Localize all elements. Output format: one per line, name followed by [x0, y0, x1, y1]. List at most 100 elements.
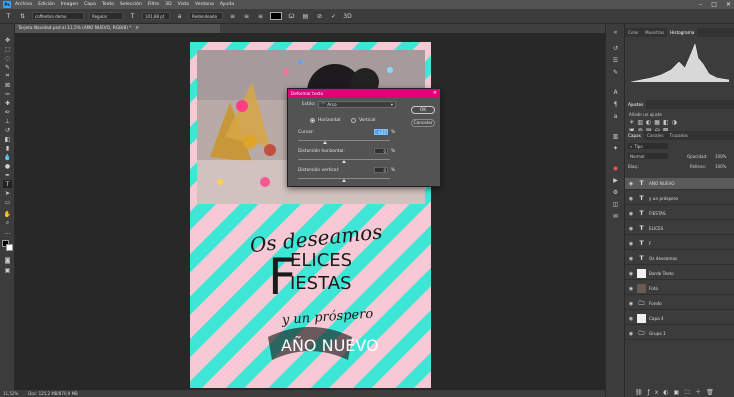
zoom-level[interactable]: 11,52%: [3, 391, 18, 396]
layer-row[interactable]: ◉ Foto: [625, 283, 734, 295]
quick-mask-icon[interactable]: ◙: [3, 256, 12, 264]
dodge-tool-icon[interactable]: ●: [3, 162, 12, 170]
hand-tool-icon[interactable]: ✋: [3, 210, 12, 218]
brush-tool-icon[interactable]: ✏: [3, 108, 12, 116]
visibility-eye-icon[interactable]: ◉: [627, 241, 635, 247]
healing-brush-tool-icon[interactable]: ✚: [3, 99, 12, 107]
tab-canales[interactable]: Canales: [644, 131, 667, 140]
document-tab[interactable]: Tarjeta Navidad.psd al 11,5% (AÑO NUEVO,…: [15, 24, 220, 33]
menu-3d[interactable]: 3D: [165, 2, 171, 7]
layer-row[interactable]: ◉ Borde Texto: [625, 268, 734, 280]
properties-panel-icon[interactable]: ☰: [611, 56, 620, 65]
opacity-value[interactable]: 100%: [715, 154, 726, 159]
warp-text-icon[interactable]: Ꞷ: [287, 12, 296, 21]
menu-capa[interactable]: Capa: [84, 2, 96, 7]
background-color-swatch[interactable]: [6, 244, 13, 251]
menu-edicion[interactable]: Edición: [38, 2, 55, 7]
visibility-eye-icon[interactable]: ◉: [627, 211, 635, 217]
more-tools-icon[interactable]: …: [3, 228, 12, 236]
notes-panel-icon[interactable]: ✉: [611, 212, 620, 221]
align-left-icon[interactable]: ≡: [228, 12, 237, 21]
ok-button[interactable]: OK: [411, 106, 435, 114]
type-tool-preset-icon[interactable]: T: [4, 12, 13, 21]
layer-actions-bar[interactable]: ⛓ƒx◐▣🗀＋🗑: [635, 387, 719, 397]
visibility-eye-icon[interactable]: ◉: [627, 316, 635, 322]
visibility-eye-icon[interactable]: ◉: [627, 301, 635, 307]
menu-archivo[interactable]: Archivo: [15, 2, 32, 7]
quick-select-tool-icon[interactable]: ✎: [3, 63, 12, 71]
visibility-eye-icon[interactable]: ◉: [627, 226, 635, 232]
menu-filtro[interactable]: Filtro: [148, 2, 159, 7]
layer-row[interactable]: ◉ 🗀 Fondo: [625, 298, 734, 310]
tool-presets-icon[interactable]: ⚙: [611, 188, 620, 197]
vdist-value-field[interactable]: 0: [374, 167, 388, 173]
antialias-select[interactable]: Redondeado: [189, 12, 223, 20]
zoom-tool-icon[interactable]: ⌕: [3, 219, 12, 227]
curve-slider[interactable]: [298, 140, 390, 141]
character-panel-icon[interactable]: ▤: [301, 12, 310, 21]
align-center-icon[interactable]: ≡: [242, 12, 251, 21]
glyphs-panel-icon[interactable]: a: [611, 112, 620, 121]
fill-value[interactable]: 100%: [715, 164, 726, 169]
curve-slider-thumb[interactable]: [323, 141, 327, 144]
commit-edit-icon[interactable]: ✓: [329, 12, 338, 21]
text-orientation-icon[interactable]: ⇅: [18, 12, 27, 21]
hdist-value-field[interactable]: 0: [374, 148, 388, 154]
gradient-tool-icon[interactable]: ▮: [3, 144, 12, 152]
libraries-panel-icon[interactable]: ▥: [611, 132, 620, 141]
menu-imagen[interactable]: Imagen: [61, 2, 78, 7]
font-size-field[interactable]: 101,88 pt: [142, 12, 170, 20]
creative-cloud-icon[interactable]: ◉: [611, 164, 620, 173]
blur-tool-icon[interactable]: 💧: [3, 153, 12, 161]
paragraph-panel-icon[interactable]: ¶: [611, 100, 620, 109]
visibility-eye-icon[interactable]: ◉: [627, 256, 635, 262]
pen-tool-icon[interactable]: ✒: [3, 171, 12, 179]
layer-kind-filter[interactable]: ⌕ Tipo: [628, 143, 668, 149]
blend-mode-select[interactable]: Normal: [628, 153, 668, 159]
minimize-icon[interactable]: –: [699, 0, 702, 9]
visibility-eye-icon[interactable]: ◉: [627, 286, 635, 292]
tab-histograma[interactable]: Histograma: [667, 28, 698, 37]
layer-row[interactable]: ◉ T ELICES: [625, 223, 734, 235]
align-right-icon[interactable]: ≡: [256, 12, 265, 21]
layer-row[interactable]: ◉ Ty un próspero: [625, 193, 734, 205]
clone-stamp-tool-icon[interactable]: ⊥: [3, 117, 12, 125]
vdist-slider-thumb[interactable]: [342, 179, 346, 182]
character-panel-icon[interactable]: A: [611, 88, 620, 97]
style-select[interactable]: ⌒ Arco ▾: [318, 101, 396, 108]
history-panel-icon[interactable]: ↺: [611, 44, 620, 53]
menu-seleccion[interactable]: Selección: [120, 2, 142, 7]
curve-value-field[interactable]: +27: [374, 129, 388, 135]
text-color-swatch[interactable]: [270, 12, 282, 20]
rectangle-tool-icon[interactable]: ▭: [3, 198, 12, 206]
tab-color[interactable]: Color: [625, 28, 642, 37]
cancel-edit-icon[interactable]: ⊘: [315, 12, 324, 21]
dialog-close-icon[interactable]: ✕: [433, 89, 437, 97]
layer-row[interactable]: ◉ Capa 4: [625, 313, 734, 325]
hdist-slider-thumb[interactable]: [342, 160, 346, 163]
close-window-icon[interactable]: ✕: [726, 0, 731, 9]
screen-mode-icon[interactable]: ▣: [3, 266, 12, 274]
tab-capas[interactable]: Capas: [625, 131, 644, 140]
menu-ventana[interactable]: Ventana: [195, 2, 214, 7]
layer-comps-icon[interactable]: ◫: [611, 200, 620, 209]
history-brush-tool-icon[interactable]: ↺: [3, 126, 12, 134]
close-tab-icon[interactable]: ✕: [135, 26, 139, 31]
menu-ayuda[interactable]: Ayuda: [220, 2, 234, 7]
tab-ajustes[interactable]: Ajustes: [625, 100, 647, 109]
eraser-tool-icon[interactable]: ◧: [3, 135, 12, 143]
layer-row[interactable]: ◉ T Os deseamos: [625, 253, 734, 265]
adjustment-icons-row[interactable]: ☀▥◐▦◧◑: [629, 119, 680, 126]
layer-row[interactable]: ◉ 🗀 Grupo 1: [625, 328, 734, 340]
crop-tool-icon[interactable]: ⌗: [3, 72, 12, 80]
font-family-select[interactable]: coffeetea demo: [32, 12, 84, 20]
layer-row[interactable]: ◉ T AÑO NUEVO: [625, 178, 734, 190]
brush-settings-icon[interactable]: ✎: [611, 68, 620, 77]
layer-row[interactable]: ◉ T F: [625, 238, 734, 250]
3d-text-icon[interactable]: 3D: [343, 12, 352, 21]
dialog-titlebar[interactable]: Deformar texto ✕: [288, 89, 440, 97]
layer-row[interactable]: ◉ T FIESTAS: [625, 208, 734, 220]
menu-vista[interactable]: Vista: [178, 2, 189, 7]
tab-trazados[interactable]: Trazados: [667, 131, 691, 140]
maximize-icon[interactable]: □: [711, 0, 717, 9]
